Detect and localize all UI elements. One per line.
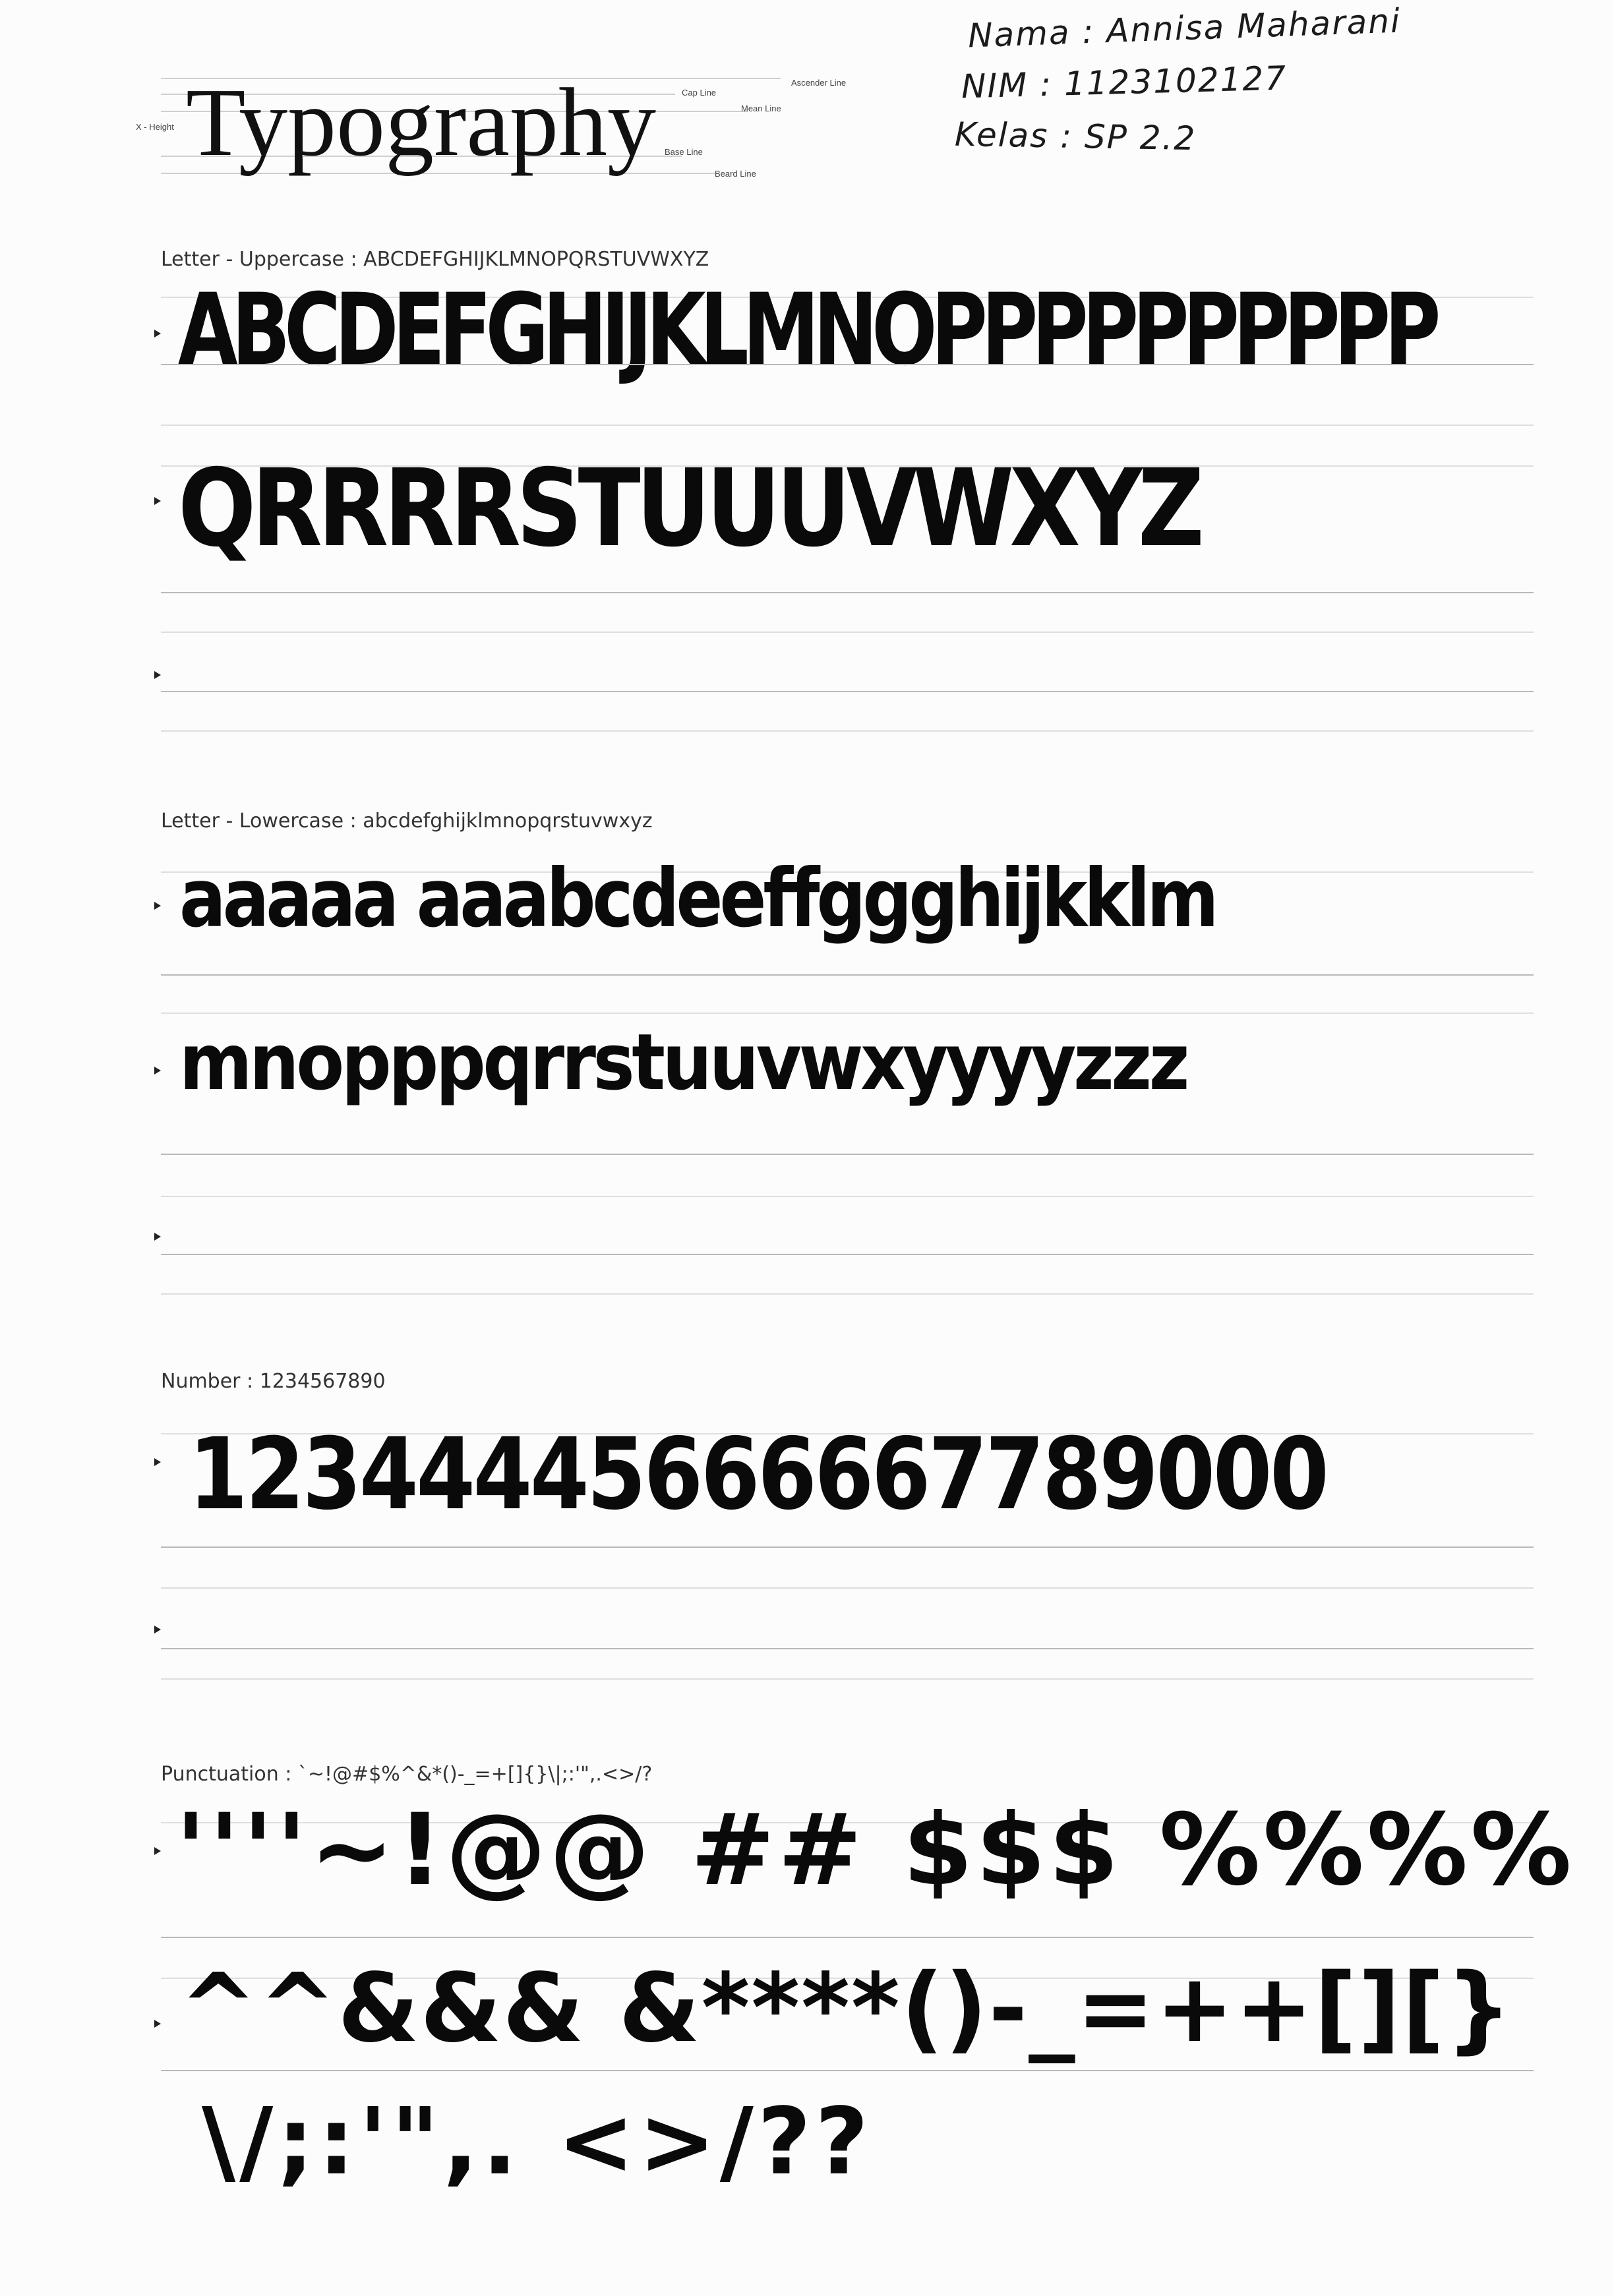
student-name: Nama : Annisa Maharani xyxy=(967,1,1402,55)
punctuation-handwriting-row-3: \/;:'",. <>/?? xyxy=(202,2088,873,2196)
uppercase-handwriting-row-2: QRRRRSTUUUVWXYZ xyxy=(178,447,1205,571)
typography-title: Typography xyxy=(186,69,657,177)
ruled-line xyxy=(161,364,1534,365)
row-marker-icon xyxy=(154,2020,161,2028)
punctuation-handwriting-row-1: ''''~!@@ ## $$$ %%%% xyxy=(175,1793,1574,1908)
cap-line-label: Cap Line xyxy=(682,88,717,98)
ruled-line xyxy=(161,1013,1534,1014)
ruled-line xyxy=(161,1293,1534,1295)
row-marker-icon xyxy=(154,1626,161,1634)
lowercase-handwriting-row-2: mnopppqrrstuuvwxyyyyzzz xyxy=(179,1016,1189,1107)
ruled-line xyxy=(161,1587,1534,1589)
ruled-line xyxy=(161,425,1534,426)
number-section-label: Number : 1234567890 xyxy=(161,1370,386,1393)
uppercase-section-label: Letter - Uppercase : ABCDEFGHIJKLMNOPQRS… xyxy=(161,248,709,271)
row-marker-icon xyxy=(154,1847,161,1855)
number-handwriting-row: 12344445666667789000 xyxy=(189,1417,1329,1532)
base-line-label: Base Line xyxy=(665,147,703,157)
row-marker-icon xyxy=(154,902,161,910)
uppercase-handwriting-row-1: ABCDEFGHIJKLMNOPPPPPPPPPP xyxy=(178,273,1441,388)
ruled-line xyxy=(161,974,1534,976)
beard-line-label: Beard Line xyxy=(715,169,756,179)
row-marker-icon xyxy=(154,1233,161,1241)
student-class: Kelas : SP 2.2 xyxy=(954,115,1197,158)
row-marker-icon xyxy=(154,1458,161,1466)
row-marker-icon xyxy=(154,330,161,338)
row-marker-icon xyxy=(154,671,161,679)
mean-line-label: Mean Line xyxy=(741,103,781,113)
ruled-line xyxy=(161,632,1534,633)
ascender-line-label: Ascender Line xyxy=(791,78,847,88)
row-marker-icon xyxy=(154,497,161,505)
ruled-line xyxy=(161,1678,1534,1680)
punctuation-section-label: Punctuation : `~!@#$%^&*()-_=+[]{}\|;:'"… xyxy=(161,1763,653,1786)
lowercase-handwriting-row-1: aaaaa aaabcdeeffggghijkklm xyxy=(179,852,1219,945)
worksheet-page: Typography Ascender Line Cap Line Mean L… xyxy=(0,0,1614,2296)
student-nim: NIM : 1123102127 xyxy=(961,59,1288,106)
ruled-line xyxy=(161,1546,1534,1548)
punctuation-handwriting-row-2: ^^&&& &****()-_=++[][} xyxy=(179,1953,1514,2063)
ruled-line xyxy=(161,1648,1534,1649)
ruled-line xyxy=(161,691,1534,692)
ruled-line xyxy=(161,730,1534,732)
ruled-line xyxy=(161,1196,1534,1197)
ruled-line xyxy=(161,1937,1534,1938)
ruled-line xyxy=(161,1154,1534,1155)
row-marker-icon xyxy=(154,1067,161,1074)
ruled-line xyxy=(161,2070,1534,2071)
x-height-label: X - Height xyxy=(136,122,174,132)
ruled-line xyxy=(161,1254,1534,1255)
lowercase-section-label: Letter - Lowercase : abcdefghijklmnopqrs… xyxy=(161,809,653,833)
ruled-line xyxy=(161,592,1534,593)
